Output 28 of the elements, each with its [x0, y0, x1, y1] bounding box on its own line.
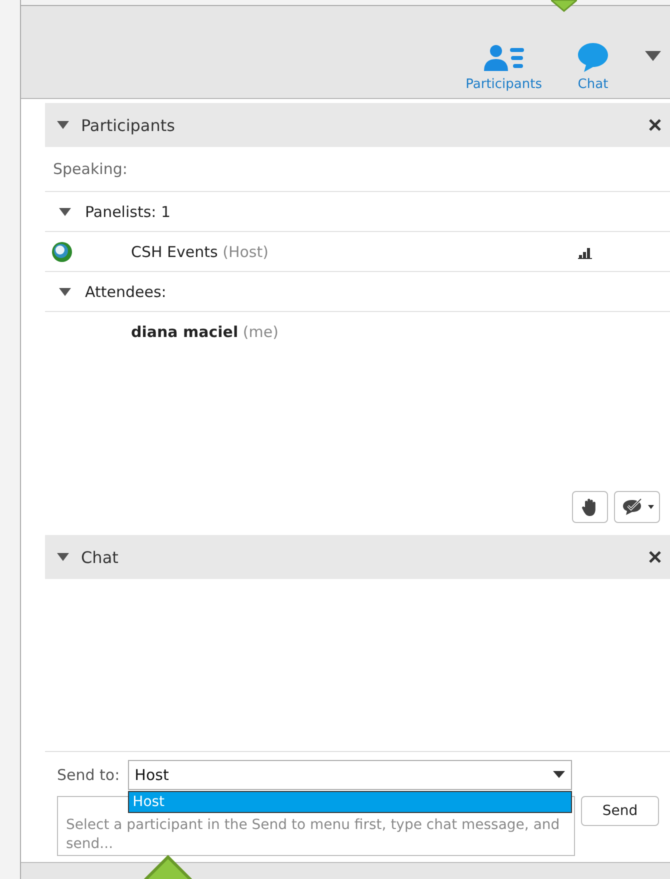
- annotation-arrow: [551, 0, 577, 12]
- send-button[interactable]: Send: [581, 796, 659, 826]
- participant-name: CSH Events (Host): [131, 242, 270, 260]
- collapse-icon[interactable]: [57, 120, 69, 130]
- send-to-label: Send to:: [57, 766, 120, 784]
- dropdown-icon[interactable]: [644, 50, 662, 62]
- checked-bubble-icon: [620, 497, 644, 517]
- panel-title: Chat: [81, 548, 120, 566]
- feedback-menu-button[interactable]: [614, 491, 660, 523]
- host-logo-icon: [51, 240, 73, 262]
- dropdown-option[interactable]: Host: [128, 792, 571, 812]
- close-icon[interactable]: [648, 550, 662, 564]
- participant-name: diana maciel (me): [131, 322, 280, 340]
- toolbar-button[interactable]: Chat: [576, 41, 610, 92]
- close-icon[interactable]: [648, 118, 662, 132]
- toolbar-button[interactable]: Participants: [466, 43, 542, 92]
- group-label: Panelists: 1: [85, 202, 171, 220]
- recipient-dropdown[interactable]: Host: [128, 760, 572, 790]
- raise-hand-button[interactable]: [572, 491, 608, 523]
- caret-icon: [552, 771, 565, 779]
- speaking-label: Speaking:: [53, 160, 128, 178]
- collapse-icon[interactable]: [57, 552, 69, 562]
- collapse-icon[interactable]: [59, 286, 71, 296]
- panel-title: Participants: [81, 116, 176, 134]
- collapse-icon[interactable]: [59, 206, 71, 216]
- group-label: Attendees:: [85, 282, 166, 300]
- speech-bubble-icon: [576, 41, 610, 73]
- caret-icon: [648, 505, 654, 509]
